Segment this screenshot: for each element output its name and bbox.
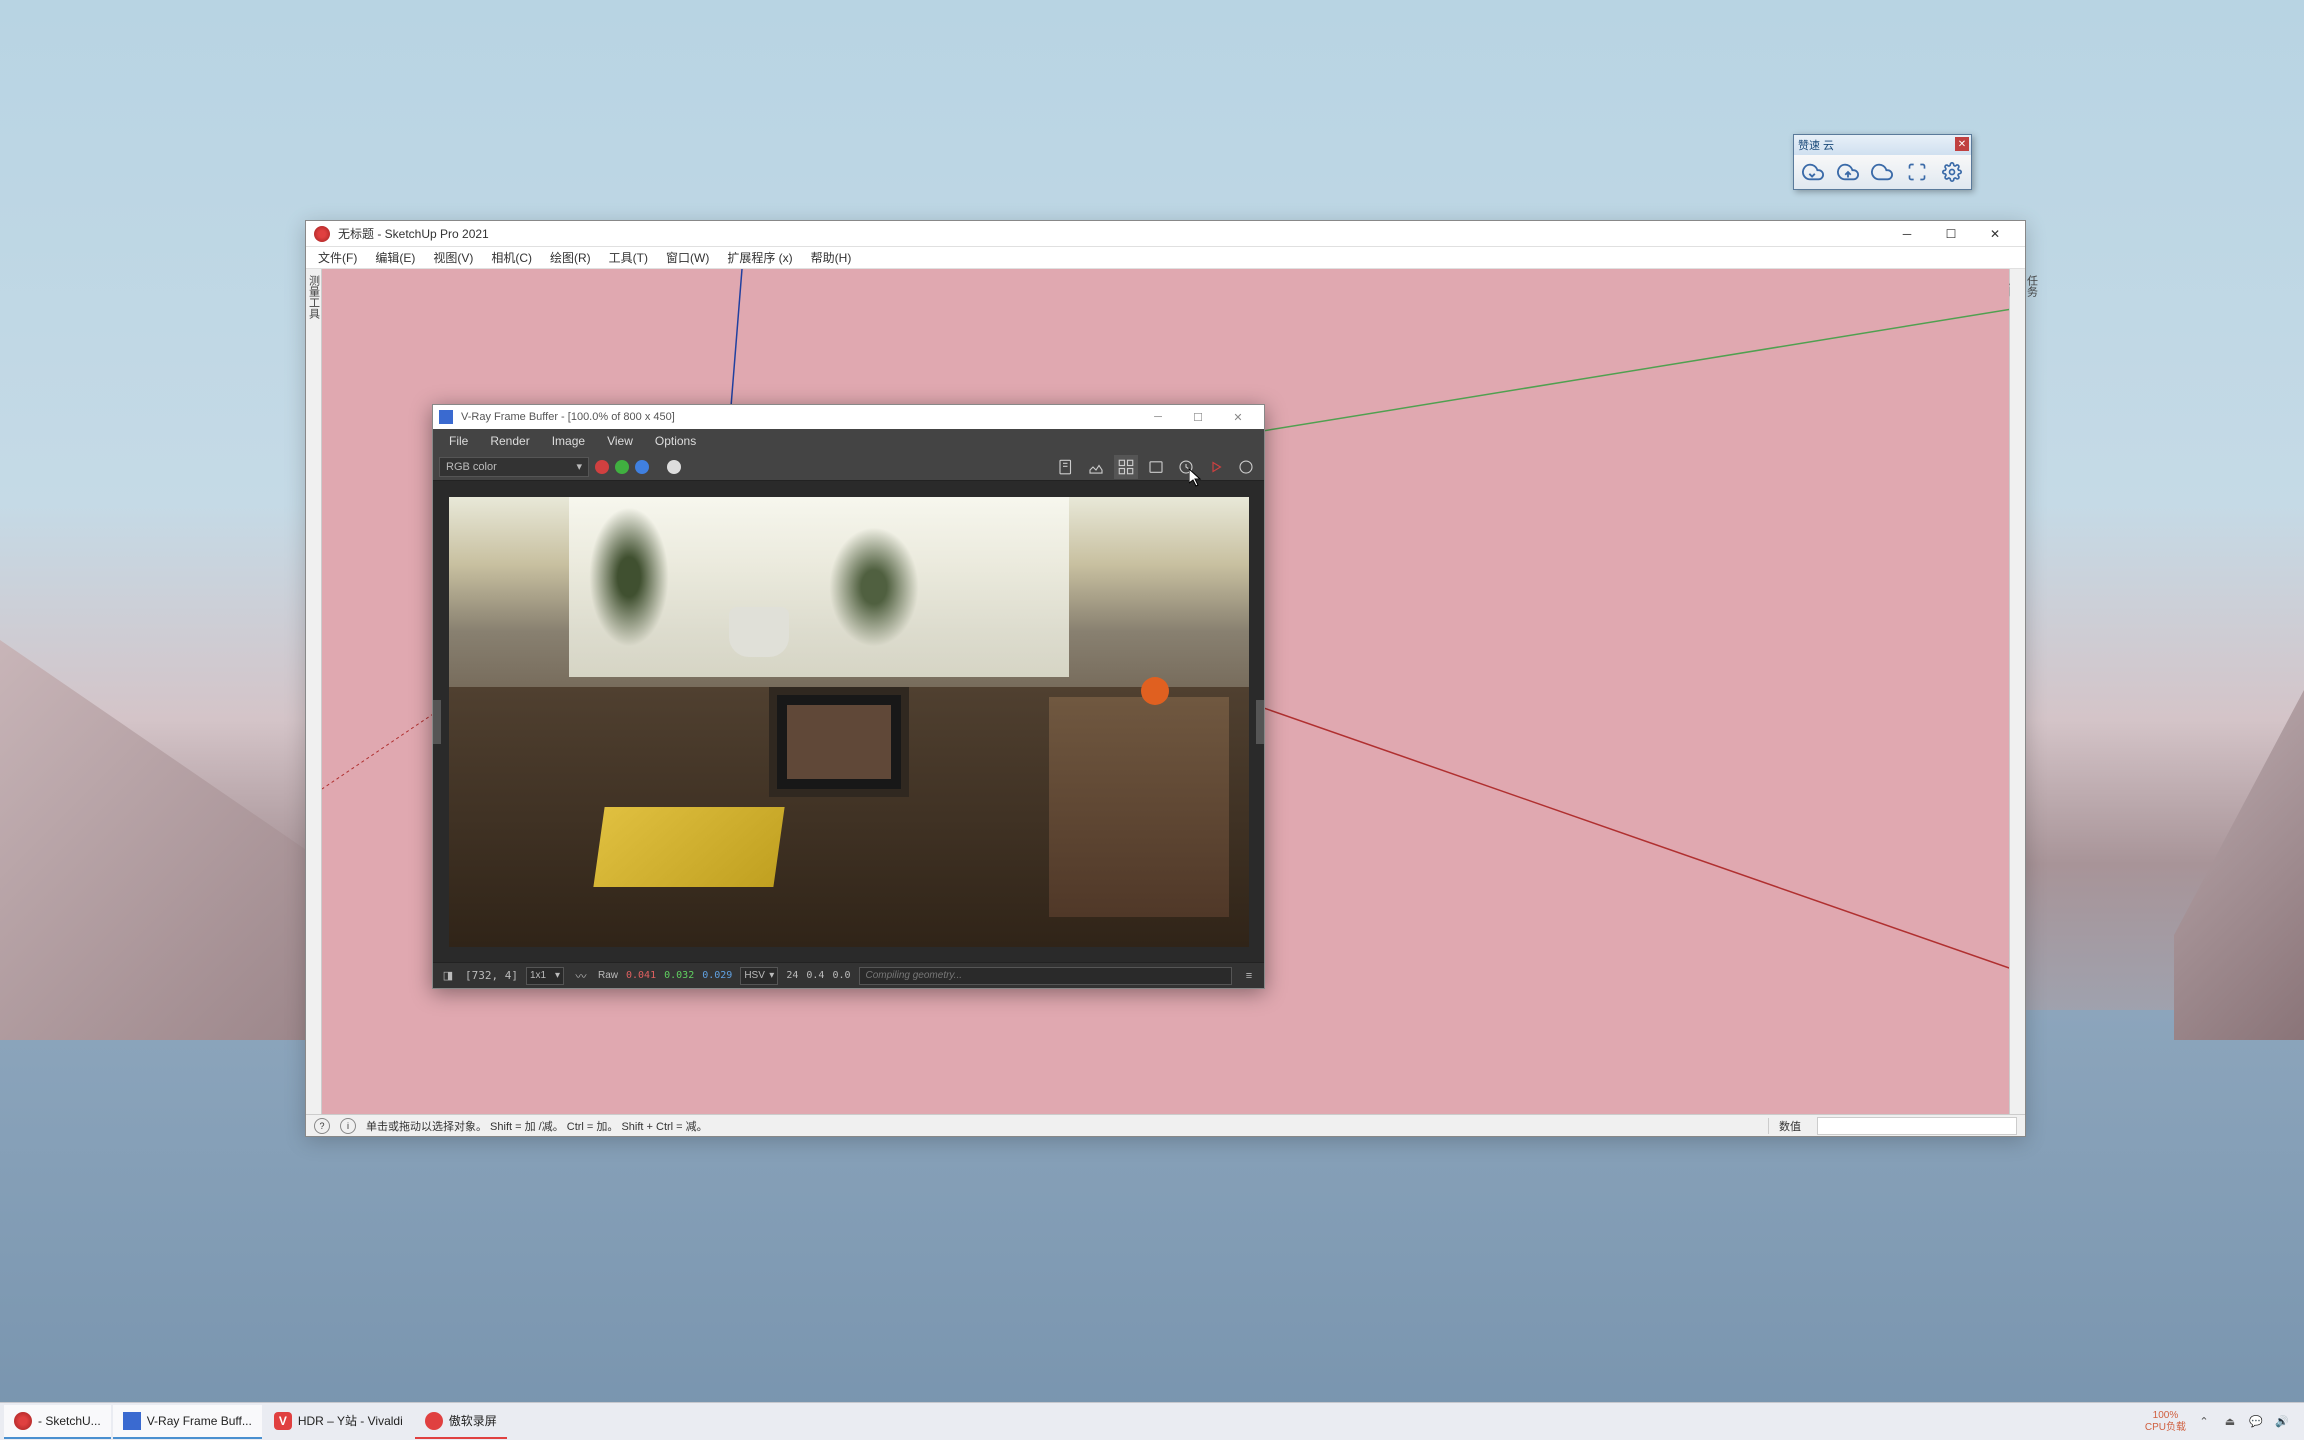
tray-usb-icon[interactable]: ⏏ bbox=[2222, 1414, 2238, 1430]
cloud-up-icon[interactable] bbox=[1835, 159, 1861, 185]
menu-edit[interactable]: 编辑(E) bbox=[367, 247, 423, 268]
color-r-value: 0.041 bbox=[626, 970, 656, 981]
vfb-menu-view[interactable]: View bbox=[597, 432, 643, 450]
color-mode-label: Raw bbox=[598, 970, 618, 981]
taskbar-item-recorder[interactable]: 傲软录屏 bbox=[415, 1405, 507, 1439]
maximize-button[interactable]: ☐ bbox=[1929, 222, 1973, 246]
side-panel-left[interactable]: 测量工具 bbox=[306, 269, 322, 1114]
sample-size-dropdown[interactable]: 1x1▾ bbox=[526, 967, 564, 985]
vfb-menubar: File Render Image View Options bbox=[433, 429, 1264, 453]
save-image-icon[interactable] bbox=[1054, 455, 1078, 479]
curve-icon[interactable]: 〰 bbox=[572, 967, 590, 985]
channel-dropdown[interactable]: RGB color▾ bbox=[439, 457, 589, 477]
cloud-toolbar-close-button[interactable]: ✕ bbox=[1955, 137, 1969, 151]
status-help-icon[interactable]: ? bbox=[314, 1118, 330, 1134]
menu-file[interactable]: 文件(F) bbox=[310, 247, 365, 268]
sketchup-app-icon bbox=[314, 226, 330, 242]
vfb-minimize-button[interactable]: ─ bbox=[1138, 406, 1178, 428]
vfb-titlebar[interactable]: V-Ray Frame Buffer - [100.0% of 800 x 45… bbox=[433, 405, 1264, 429]
vfb-menu-options[interactable]: Options bbox=[645, 432, 706, 450]
sketchup-title: 无标题 - SketchUp Pro 2021 bbox=[338, 225, 1885, 242]
menu-extensions[interactable]: 扩展程序 (x) bbox=[719, 247, 800, 268]
render-progress-text: Compiling geometry... bbox=[859, 967, 1233, 985]
taskbar-item-vivaldi[interactable]: HDR – Y站 - Vivaldi bbox=[264, 1405, 413, 1439]
close-button[interactable]: ✕ bbox=[1973, 222, 2017, 246]
status-value-label: 数值 bbox=[1768, 1118, 1801, 1134]
taskbar-item-vray[interactable]: V-Ray Frame Buff... bbox=[113, 1405, 262, 1439]
minimize-button[interactable]: ─ bbox=[1885, 222, 1929, 246]
menu-window[interactable]: 窗口(W) bbox=[658, 247, 717, 268]
load-image-icon[interactable] bbox=[1084, 455, 1108, 479]
windows-taskbar: - SketchU... V-Ray Frame Buff... HDR – Y… bbox=[0, 1402, 2304, 1440]
cpu-monitor[interactable]: 100% CPU负载 bbox=[2145, 1410, 2186, 1434]
hsv-s-value: 0.4 bbox=[806, 970, 824, 981]
sketchup-titlebar[interactable]: 无标题 - SketchUp Pro 2021 ─ ☐ ✕ bbox=[306, 221, 2025, 247]
menu-tools[interactable]: 工具(T) bbox=[601, 247, 656, 268]
region-render-icon[interactable] bbox=[1114, 455, 1138, 479]
taskbar-item-sketchup[interactable]: - SketchU... bbox=[4, 1405, 111, 1439]
cloud-toolbar-window[interactable]: 赞速 云 ✕ bbox=[1793, 134, 1972, 190]
sketchup-menubar: 文件(F) 编辑(E) 视图(V) 相机(C) 绘图(R) 工具(T) 窗口(W… bbox=[306, 247, 2025, 269]
cloud-toolbar-title[interactable]: 赞速 云 ✕ bbox=[1794, 135, 1971, 155]
vfb-close-button[interactable]: ✕ bbox=[1218, 406, 1258, 428]
pixel-info-icon[interactable]: ◨ bbox=[439, 967, 457, 985]
red-channel-button[interactable] bbox=[595, 460, 609, 474]
blue-channel-button[interactable] bbox=[635, 460, 649, 474]
taskbar-label: V-Ray Frame Buff... bbox=[147, 1414, 252, 1428]
tray-chevron-icon[interactable]: ⌃ bbox=[2196, 1414, 2212, 1430]
color-b-value: 0.029 bbox=[702, 970, 732, 981]
vivaldi-taskbar-icon bbox=[274, 1412, 292, 1430]
color-g-value: 0.032 bbox=[664, 970, 694, 981]
track-mouse-icon[interactable] bbox=[1144, 455, 1168, 479]
cloud-down-icon[interactable] bbox=[1869, 159, 1895, 185]
panel-handle-right[interactable] bbox=[1256, 700, 1264, 744]
vfb-statusbar: ◨ [732, 4] 1x1▾ 〰 Raw 0.041 0.032 0.029 … bbox=[433, 962, 1264, 988]
panel-handle-left[interactable] bbox=[433, 700, 441, 744]
tray-volume-icon[interactable]: 🔊 bbox=[2274, 1414, 2290, 1430]
taskbar-label: 傲软录屏 bbox=[449, 1412, 497, 1429]
taskbar-label: - SketchU... bbox=[38, 1414, 101, 1428]
measurement-input[interactable] bbox=[1817, 1117, 2017, 1135]
menu-camera[interactable]: 相机(C) bbox=[483, 247, 540, 268]
vfb-title: V-Ray Frame Buffer - [100.0% of 800 x 45… bbox=[461, 411, 1138, 423]
hsv-v-value: 0.0 bbox=[832, 970, 850, 981]
menu-draw[interactable]: 绘图(R) bbox=[542, 247, 599, 268]
menu-view[interactable]: 视图(V) bbox=[425, 247, 481, 268]
sketchup-statusbar: ? i 单击或拖动以选择对象。 Shift = 加 /减。 Ctrl = 加。 … bbox=[306, 1114, 2025, 1136]
vfb-viewport[interactable] bbox=[433, 481, 1264, 962]
vray-app-icon bbox=[439, 410, 453, 424]
mono-channel-button[interactable] bbox=[667, 460, 681, 474]
color-space-dropdown[interactable]: HSV▾ bbox=[740, 967, 778, 985]
interactive-render-icon[interactable] bbox=[1234, 455, 1258, 479]
render-button-icon[interactable] bbox=[1174, 455, 1198, 479]
green-channel-button[interactable] bbox=[615, 460, 629, 474]
vfb-maximize-button[interactable]: ☐ bbox=[1178, 406, 1218, 428]
settings-gear-icon[interactable] bbox=[1939, 159, 1965, 185]
menu-help[interactable]: 帮助(H) bbox=[803, 247, 860, 268]
vfb-menu-image[interactable]: Image bbox=[542, 432, 595, 450]
taskbar-label: HDR – Y站 - Vivaldi bbox=[298, 1412, 403, 1429]
system-tray: 100% CPU负载 ⌃ ⏏ 💬 🔊 bbox=[2135, 1410, 2300, 1434]
vfb-menu-render[interactable]: Render bbox=[480, 432, 539, 450]
status-info-icon[interactable]: i bbox=[340, 1118, 356, 1134]
recorder-taskbar-icon bbox=[425, 1412, 443, 1430]
fullscreen-icon[interactable] bbox=[1904, 159, 1930, 185]
status-text: 单击或拖动以选择对象。 Shift = 加 /减。 Ctrl = 加。 Shif… bbox=[366, 1118, 1758, 1134]
tray-notification-icon[interactable]: 💬 bbox=[2248, 1414, 2264, 1430]
render-last-icon[interactable] bbox=[1204, 455, 1228, 479]
cloud-toolbar-title-text: 赞速 云 bbox=[1798, 137, 1834, 153]
vfb-window: V-Ray Frame Buffer - [100.0% of 800 x 45… bbox=[432, 404, 1265, 989]
expand-log-icon[interactable]: ≡ bbox=[1240, 967, 1258, 985]
side-panel-right[interactable]: 任务说明 bbox=[2009, 269, 2025, 1114]
cloud-sync-icon[interactable] bbox=[1800, 159, 1826, 185]
vfb-menu-file[interactable]: File bbox=[439, 432, 478, 450]
sketchup-taskbar-icon bbox=[14, 1412, 32, 1430]
vray-taskbar-icon bbox=[123, 1412, 141, 1430]
hsv-h-value: 24 bbox=[786, 970, 798, 981]
vfb-toolbar: RGB color▾ bbox=[433, 453, 1264, 481]
render-image[interactable] bbox=[449, 497, 1249, 947]
pixel-coords: [732, 4] bbox=[465, 969, 518, 982]
side-left-label: 测量工具 bbox=[306, 275, 322, 319]
